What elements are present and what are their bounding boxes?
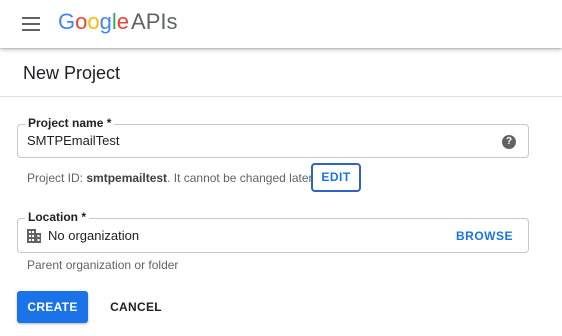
project-id-suffix: . It cannot be changed later. bbox=[167, 171, 316, 185]
project-name-field[interactable]: Project name * ? bbox=[17, 116, 529, 158]
logo-letter: g bbox=[99, 9, 112, 34]
edit-project-id-button[interactable]: EDIT bbox=[311, 163, 361, 192]
logo-letter: o bbox=[87, 9, 100, 34]
cancel-button[interactable]: CANCEL bbox=[100, 291, 172, 323]
logo-letter: o bbox=[75, 9, 88, 34]
page-title: New Project bbox=[23, 63, 121, 83]
project-name-label: Project name * bbox=[25, 116, 115, 130]
location-value: No organization bbox=[48, 228, 140, 243]
project-id-value: smtpemailtest bbox=[86, 171, 168, 185]
page-title-row: New Project bbox=[0, 48, 562, 97]
project-id-hint: Project ID: smtpemailtest. It cannot be … bbox=[27, 171, 315, 185]
top-app-bar: GoogleAPIs bbox=[0, 0, 562, 48]
google-wordmark: Google bbox=[58, 9, 129, 34]
project-id-prefix: Project ID: bbox=[27, 171, 87, 185]
logo-product-name: APIs bbox=[131, 9, 178, 34]
logo-letter: G bbox=[58, 9, 76, 34]
logo-letter: e bbox=[116, 9, 130, 34]
building-icon bbox=[27, 229, 41, 243]
location-hint: Parent organization or folder bbox=[27, 258, 179, 272]
create-button[interactable]: CREATE bbox=[17, 291, 88, 323]
location-label: Location * bbox=[25, 210, 90, 224]
location-field[interactable]: Location * No organization BROWSE bbox=[17, 210, 529, 253]
google-apis-logo[interactable]: GoogleAPIs bbox=[58, 9, 177, 35]
browse-button[interactable]: BROWSE bbox=[456, 229, 513, 243]
help-circle-icon[interactable]: ? bbox=[502, 135, 516, 149]
hamburger-menu-icon[interactable] bbox=[12, 6, 48, 42]
project-name-input[interactable] bbox=[27, 133, 487, 148]
